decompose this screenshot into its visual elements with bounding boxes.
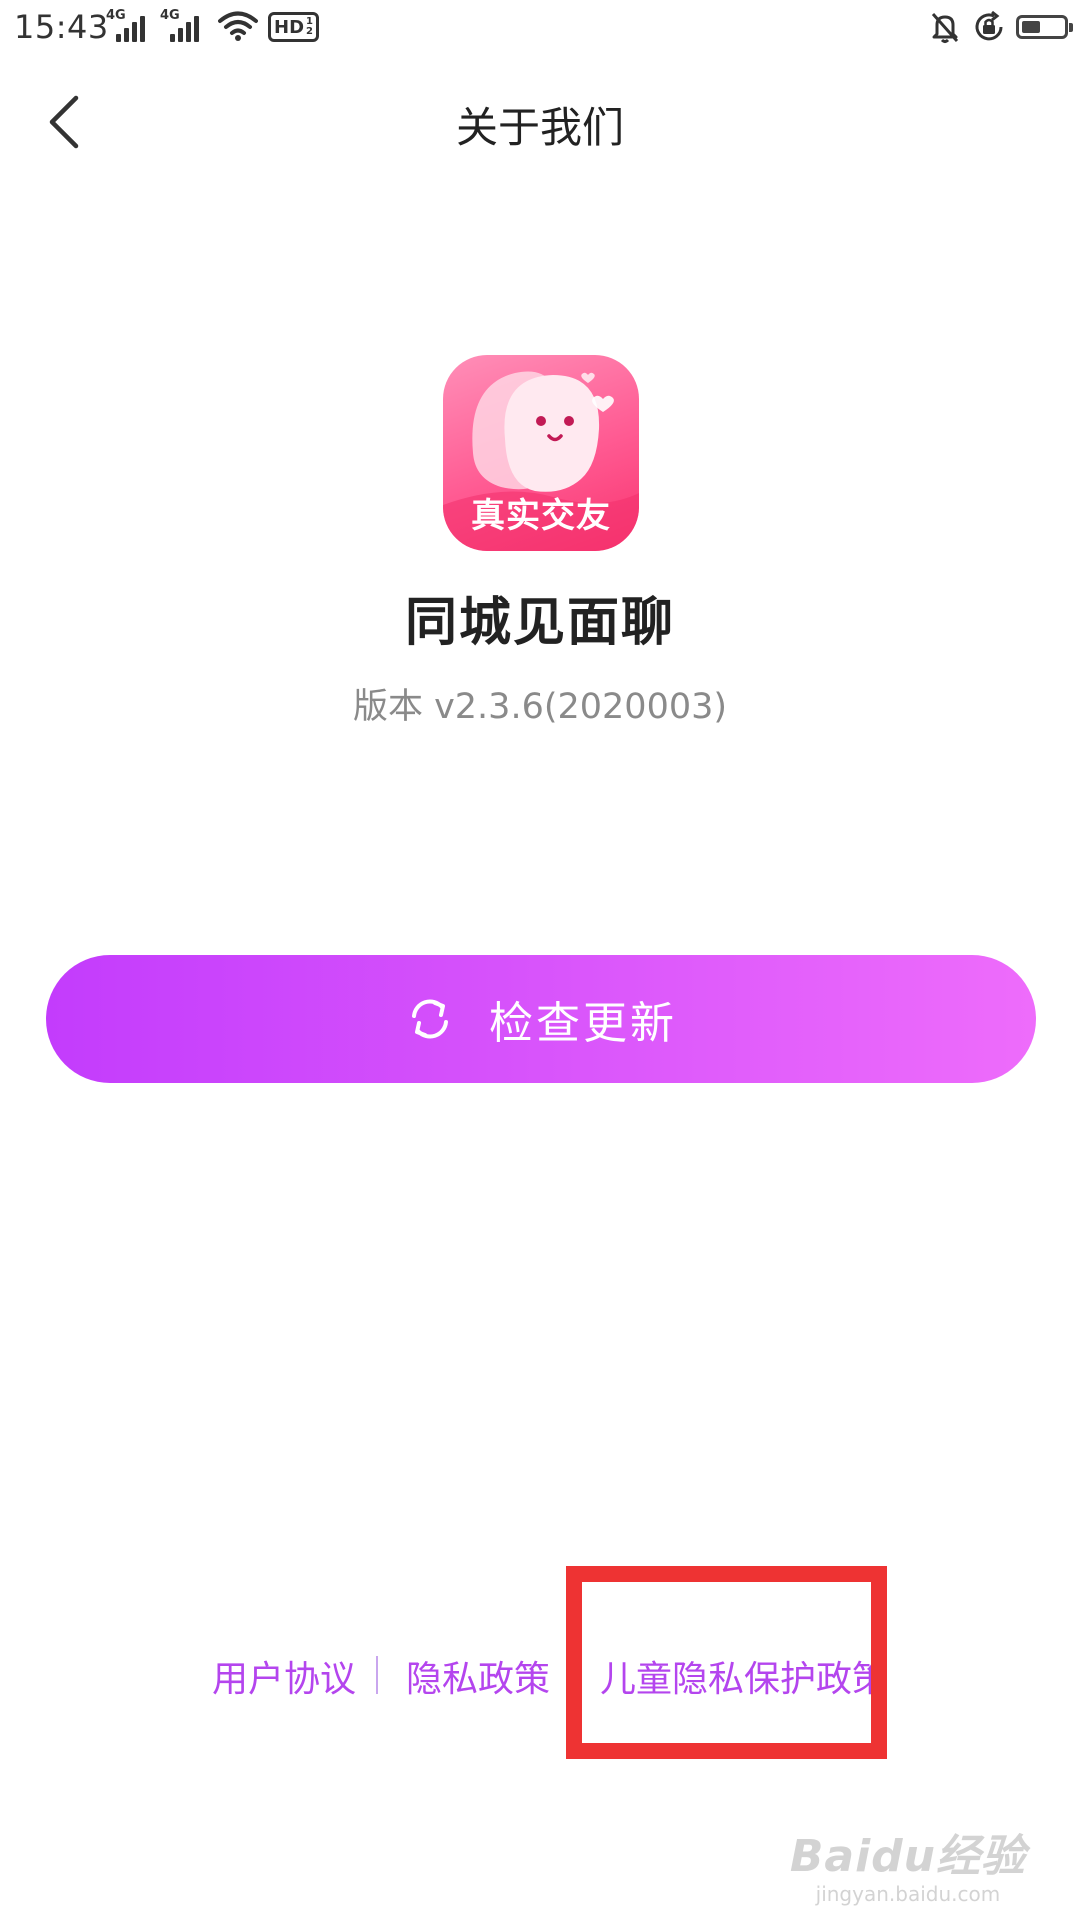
status-time: 15:43 (14, 8, 109, 46)
mute-icon (931, 13, 959, 43)
network-type-label: 4G (106, 8, 126, 23)
status-right-icons (928, 10, 1073, 44)
signal-icon: 4G (160, 8, 206, 42)
app-name: 同城见面聊 (404, 593, 675, 653)
hd-label: HD (274, 16, 305, 38)
user-agreement-link[interactable]: 用户协议 (212, 1650, 356, 1702)
battery-tip (1069, 23, 1073, 32)
top-navigation-bar: 关于我们 (0, 62, 1080, 182)
highlight-annotation-box (566, 1566, 887, 1759)
hd-sub: 1 2 (306, 17, 313, 37)
check-update-label: 检查更新 (489, 998, 677, 1049)
hd-sub-2: 2 (306, 26, 313, 37)
signal-icon: 4G (106, 8, 152, 42)
status-bar: 15:43 4G 4G HD 1 2 (0, 0, 1080, 56)
lock-rotate-icon (975, 10, 1003, 41)
refresh-icon (412, 999, 448, 1039)
hd-icon: HD 1 2 (268, 12, 319, 42)
network-type-label: 4G (160, 8, 180, 23)
watermark-url: jingyan.baidu.com (815, 1882, 1001, 1906)
watermark-brand: Baidu经验 (789, 1831, 1026, 1882)
baidu-watermark: Baidu经验 jingyan.baidu.com (790, 1820, 1026, 1906)
page-title: 关于我们 (455, 103, 624, 152)
status-left-icons: 4G 4G HD 1 2 (106, 8, 319, 42)
wifi-icon (218, 11, 258, 41)
battery-level-fill (1022, 21, 1040, 33)
footer-links: 用户协议 隐私政策 儿童隐私保护政策 (0, 1650, 1080, 1710)
check-update-button[interactable]: 检查更新 (46, 955, 1036, 1083)
app-version: 版本 v2.3.6(2020003) (352, 687, 728, 727)
about-us-screen: 15:43 4G 4G HD 1 2 关于我们 真实交友 同城见面聊 版本 v2… (0, 0, 1080, 1920)
footer-divider (376, 1656, 378, 1694)
battery-icon (1016, 15, 1073, 39)
app-logo: 真实交友 (443, 355, 639, 551)
privacy-policy-link[interactable]: 隐私政策 (406, 1650, 550, 1702)
app-logo-caption: 真实交友 (471, 496, 611, 536)
